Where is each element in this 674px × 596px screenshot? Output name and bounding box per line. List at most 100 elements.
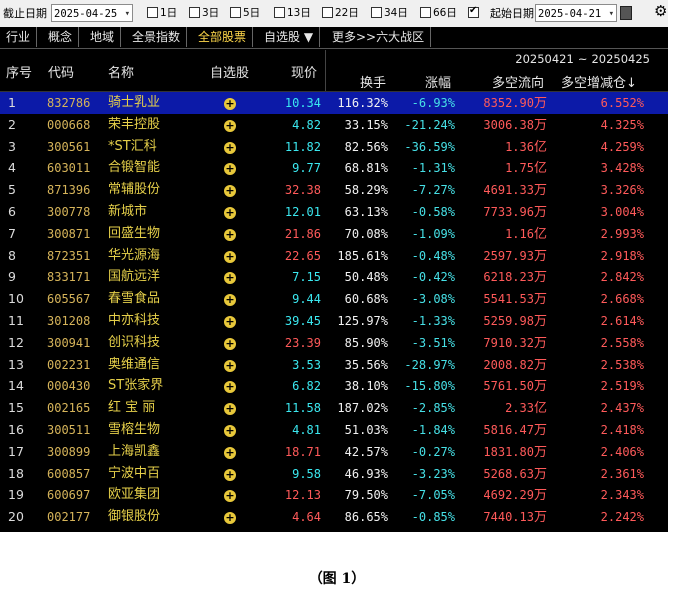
add-favorite-button[interactable]: + — [222, 463, 238, 485]
add-favorite-button[interactable]: + — [222, 266, 238, 288]
flow-value: 2597.93 — [483, 248, 534, 263]
tab-concept[interactable]: 概念 — [42, 27, 80, 47]
add-favorite-button[interactable]: + — [222, 375, 238, 397]
position-change: 2.558% — [600, 335, 644, 350]
stock-code: 603011 — [47, 161, 91, 176]
flow-unit: 亿 — [533, 161, 547, 177]
stock-name: 荣丰控股 — [108, 116, 161, 132]
price-change: -36.59% — [404, 139, 455, 154]
range-start: 20250421 — [515, 52, 574, 66]
period-22d-checkbox[interactable] — [322, 7, 333, 18]
table-row[interactable]: 2 000668 荣丰控股 +4.82 33.15% -21.24% 3006.38万 4.3… — [0, 114, 668, 136]
table-row[interactable]: 9 833171 国航远洋 +7.15 50.48% -0.42% 6218.23万 2.84… — [0, 266, 668, 288]
add-favorite-icon: + — [224, 315, 236, 328]
current-price: 12.13 — [284, 488, 321, 503]
add-favorite-icon: + — [224, 162, 236, 176]
table-row[interactable]: 17 300899 上海凯鑫 +18.71 42.57% -0.27% 1831.80万 2.… — [0, 441, 668, 463]
add-favorite-button[interactable]: + — [222, 157, 238, 179]
header-index[interactable]: 序号 — [6, 62, 32, 81]
end-date-picker[interactable]: 2025-04-25 ▾ — [51, 4, 133, 22]
add-favorite-button[interactable]: + — [222, 310, 238, 332]
header-flow[interactable]: 多空流向 — [492, 72, 544, 91]
turnover-rate: 82.56% — [344, 139, 388, 154]
table-row[interactable]: 3 300561 *ST汇科 +11.82 82.56% -36.59% 1.36亿 4.25… — [0, 136, 668, 158]
add-favorite-button[interactable]: + — [222, 245, 238, 267]
table-row[interactable]: 12 300941 创识科技 +23.39 85.90% -3.51% 7910.32万 2.… — [0, 332, 668, 354]
flow-value: 3006.38 — [483, 117, 534, 132]
add-favorite-button[interactable]: + — [222, 92, 238, 114]
add-favorite-button[interactable]: + — [222, 114, 238, 136]
period-1d-checkbox[interactable] — [147, 7, 158, 18]
period-34d-checkbox[interactable] — [371, 7, 382, 18]
current-price: 9.77 — [292, 161, 321, 176]
tab-panorama-index[interactable]: 全景指数 — [126, 27, 188, 47]
add-favorite-button[interactable]: + — [222, 136, 238, 158]
toolbar: 截止日期 2025-04-25 ▾ 1日 3日 5日 13日 22日 34日 6… — [0, 0, 668, 28]
turnover-rate: 85.90% — [344, 335, 388, 350]
table-row[interactable]: 15 002165 红 宝 丽 +11.58 187.02% -2.85% 2.33亿 2.4… — [0, 397, 668, 419]
add-favorite-button[interactable]: + — [222, 288, 238, 310]
table-row[interactable]: 16 300511 雪榕生物 +4.81 51.03% -1.84% 5816.47万 2.4… — [0, 419, 668, 441]
stock-code: 300871 — [47, 226, 91, 241]
add-favorite-icon: + — [224, 184, 236, 198]
start-date-checkbox[interactable] — [468, 5, 479, 18]
add-favorite-button[interactable]: + — [222, 201, 238, 223]
header-code[interactable]: 代码 — [48, 62, 74, 81]
table-row[interactable]: 10 605567 春雪食品 +9.44 60.68% -3.08% 5541.53万 2.6… — [0, 288, 668, 310]
period-13d-checkbox[interactable] — [274, 7, 285, 18]
long-short-flow: 4692.29万 — [470, 484, 547, 506]
price-change: -7.05% — [411, 488, 455, 503]
add-favorite-button[interactable]: + — [222, 397, 238, 419]
add-favorite-button[interactable]: + — [222, 332, 238, 354]
table-row[interactable]: 8 872351 华光源海 +22.65 185.61% -0.48% 2597.93万 2.… — [0, 245, 668, 267]
add-favorite-button[interactable]: + — [222, 506, 238, 528]
table-row[interactable]: 19 600697 欧亚集团 +12.13 79.50% -7.05% 4692.29万 2.… — [0, 484, 668, 506]
header-favorite[interactable]: 自选股 — [210, 62, 249, 81]
position-change: 3.428% — [600, 161, 644, 176]
table-row[interactable]: 20 002177 御银股份 +4.64 86.65% -0.85% 7440.13万 2.2… — [0, 506, 668, 528]
table-row[interactable]: 6 300778 新城市 +12.01 63.13% -0.58% 7733.96万 3.00… — [0, 201, 668, 223]
period-66d-checkbox[interactable] — [420, 7, 431, 18]
calculator-icon[interactable] — [620, 6, 632, 20]
add-favorite-button[interactable]: + — [222, 179, 238, 201]
stock-code: 300941 — [47, 335, 91, 350]
add-favorite-button[interactable]: + — [222, 419, 238, 441]
start-date-picker[interactable]: 2025-04-21 ▾ — [535, 4, 617, 22]
tab-more-war-zones[interactable]: 更多>>六大战区 — [326, 27, 432, 47]
price-change: -15.80% — [404, 379, 455, 394]
turnover-rate: 33.15% — [344, 117, 388, 132]
header-turnover[interactable]: 换手 — [360, 72, 386, 91]
gear-icon[interactable]: ⚙ — [654, 2, 667, 20]
header-change[interactable]: 涨幅 — [425, 72, 451, 91]
period-5d-checkbox[interactable] — [230, 7, 241, 18]
period-3d-checkbox[interactable] — [189, 7, 200, 18]
table-row[interactable]: 7 300871 回盛生物 +21.86 70.08% -1.09% 1.16亿 2.993% — [0, 223, 668, 245]
current-price: 4.64 — [292, 510, 321, 525]
period-1d-label: 1日 — [160, 7, 178, 19]
table-row[interactable]: 5 871396 常辅股份 +32.38 58.29% -7.27% 4691.33万 3.3… — [0, 179, 668, 201]
table-row[interactable]: 1 832786 骑士乳业 +10.34 116.32% -6.93% 8352.90万 6.… — [0, 92, 668, 114]
add-favorite-button[interactable]: + — [222, 441, 238, 463]
period-5d-label: 5日 — [243, 7, 261, 19]
price-change: -0.27% — [411, 444, 455, 459]
header-position-change[interactable]: 多空增减仓↓ — [561, 72, 637, 91]
tab-industry[interactable]: 行业 — [0, 27, 38, 47]
table-row[interactable]: 13 002231 奥维通信 +3.53 35.56% -28.97% 2008.82万 2.… — [0, 354, 668, 376]
table-row[interactable]: 11 301208 中亦科技 +39.45 125.97% -1.33% 5259.98万 2… — [0, 310, 668, 332]
header-name[interactable]: 名称 — [108, 62, 134, 81]
stock-name: 国航远洋 — [108, 269, 161, 285]
tab-watchlist[interactable]: 自选股 ▼ — [258, 27, 321, 47]
tab-region[interactable]: 地域 — [84, 27, 122, 47]
add-favorite-button[interactable]: + — [222, 484, 238, 506]
add-favorite-button[interactable]: + — [222, 223, 238, 245]
stock-name: 宁波中百 — [108, 465, 161, 481]
header-price[interactable]: 现价 — [291, 62, 317, 81]
flow-unit: 万 — [533, 510, 547, 526]
table-row[interactable]: 18 600857 宁波中百 +9.58 46.93% -3.23% 5268.63万 2.3… — [0, 463, 668, 485]
table-row[interactable]: 4 603011 合锻智能 +9.77 68.81% -1.31% 1.75亿 3.428% — [0, 157, 668, 179]
add-favorite-icon: + — [224, 336, 236, 350]
add-favorite-button[interactable]: + — [222, 354, 238, 376]
tab-all-stocks[interactable]: 全部股票 — [192, 27, 254, 47]
table-row[interactable]: 14 000430 ST张家界 +6.82 38.10% -15.80% 5761.50万 2… — [0, 375, 668, 397]
turnover-rate: 58.29% — [344, 183, 388, 198]
